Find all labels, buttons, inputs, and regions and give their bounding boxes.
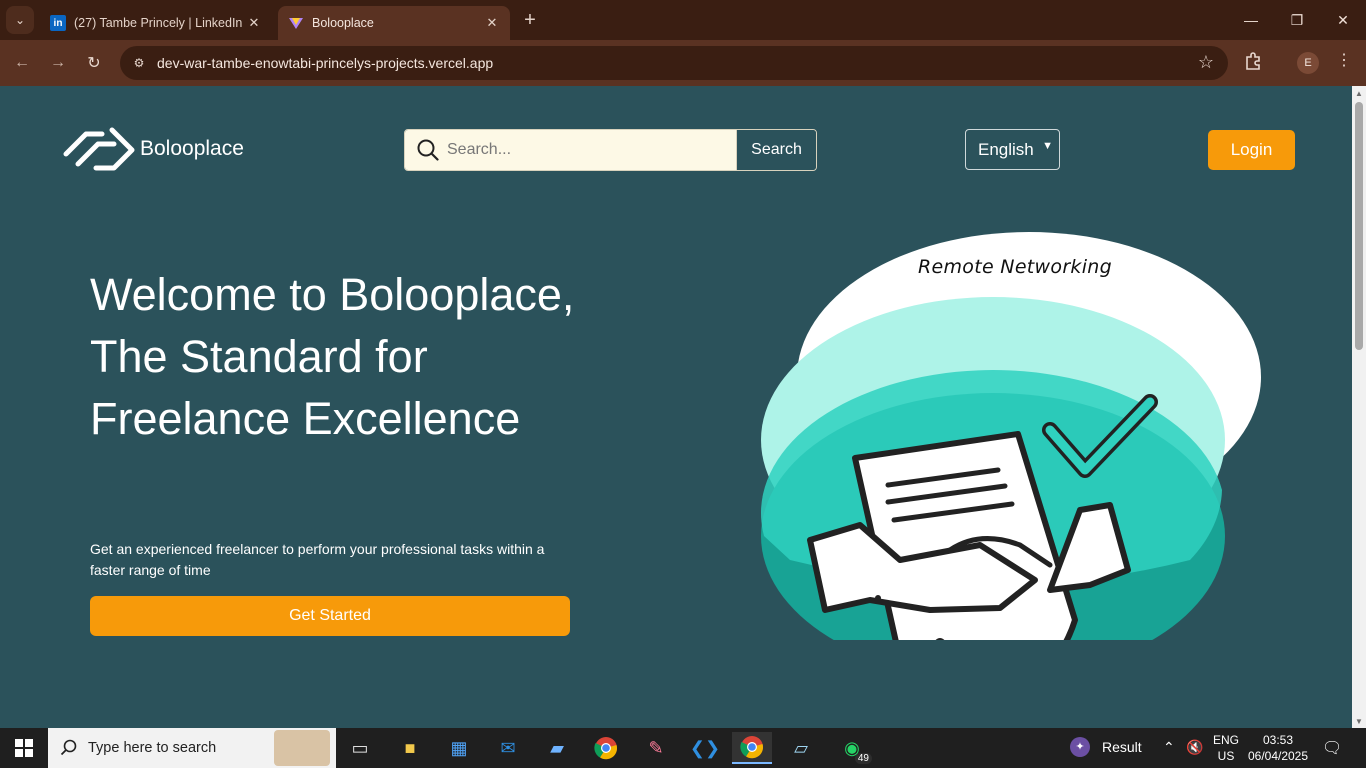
search-field[interactable] [405,130,736,170]
browser-menu-icon[interactable]: ⋮ [1336,50,1352,70]
tab-title: Bolooplace [312,16,374,30]
minimize-button[interactable]: — [1228,0,1274,40]
illustration-caption: Remote Networking [918,256,1113,278]
clock-time: 03:53 [1262,733,1294,747]
result-app-icon: ✦ [1070,737,1090,757]
microsoft-store-icon[interactable]: ▦ [439,732,479,764]
mail-icon[interactable]: ✉ [488,732,528,764]
search-highlight-image[interactable] [274,730,330,766]
back-icon[interactable]: ← [9,50,35,76]
windows-start-button[interactable] [0,728,48,768]
lang-line-2: US [1217,749,1235,763]
taskbar-search-label: Type here to search [88,740,217,756]
page-scrollbar[interactable]: ▲ ▼ [1352,86,1366,728]
show-hidden-icons-icon[interactable]: ⌃ [1163,739,1175,756]
remote-desktop-icon[interactable]: ▰ [537,732,577,764]
bookmark-star-icon[interactable]: ☆ [1198,52,1214,73]
reload-icon[interactable]: ↻ [81,50,107,76]
clock-date: 06/04/2025 [1247,749,1309,763]
window-close-button[interactable]: ✕ [1320,0,1366,40]
extensions-icon[interactable] [1243,51,1265,73]
chrome-icon[interactable] [586,732,626,764]
system-clock[interactable]: 03:53 06/04/2025 [1246,732,1310,764]
url-text[interactable]: dev-war-tambe-enowtabi-princelys-project… [157,55,493,71]
file-explorer-icon[interactable]: ■ [390,732,430,764]
hero-subtitle: Get an experienced freelancer to perform… [90,541,545,578]
close-icon[interactable]: ✕ [484,15,500,31]
scroll-thumb[interactable] [1355,102,1363,350]
whatsapp-badge: 49 [854,753,872,764]
tray-result-app[interactable]: ✦ Result [1070,737,1142,757]
tray-result-label: Result [1102,739,1142,755]
remote-networking-illustration [760,232,1261,640]
windows-logo-icon [15,739,33,757]
taskbar-search-box[interactable]: Type here to search [48,728,336,768]
volume-muted-icon[interactable]: 🔇 [1186,739,1203,756]
input-language[interactable]: ENG US [1212,732,1240,764]
chrome-active-icon[interactable] [732,732,772,764]
task-view-icon[interactable]: ▭ [340,732,380,764]
scroll-up-icon[interactable]: ▲ [1355,89,1363,98]
tab-bolooplace[interactable]: Bolooplace ✕ [278,6,510,40]
profile-avatar[interactable]: E [1297,52,1319,74]
brand-name: Bolooplace [140,137,244,160]
bolooplace-logo-icon [63,127,135,171]
browser-toolbar: ← → ↻ ⚙ dev-war-tambe-enowtabi-princelys… [0,40,1366,86]
vscode-icon[interactable]: ❮❯ [685,732,725,764]
whatsapp-icon[interactable]: ◉ 49 [832,732,872,764]
tab-linkedin[interactable]: in (27) Tambe Princely | LinkedIn ✕ [40,6,272,40]
address-bar[interactable]: ⚙ dev-war-tambe-enowtabi-princelys-proje… [120,46,1228,80]
vercel-icon [288,15,304,31]
restore-button[interactable]: ❐ [1274,0,1320,40]
tab-title: (27) Tambe Princely | LinkedIn [74,16,243,30]
get-started-button[interactable]: Get Started [90,596,570,636]
browser-tabstrip: ⌄ in (27) Tambe Princely | LinkedIn ✕ Bo… [0,0,1366,40]
taskbar: Type here to search ▭ ■ ▦ ✉ ▰ ✎ ❮❯ ▱ ◉ 4… [0,728,1366,768]
search-icon [60,739,77,756]
search-input[interactable] [447,141,717,159]
tab-search-button[interactable]: ⌄ [6,6,34,34]
new-tab-button[interactable]: + [518,9,542,33]
notepad-icon[interactable]: ▱ [781,732,821,764]
close-icon[interactable]: ✕ [246,15,262,31]
linkedin-icon: in [50,15,66,31]
brand-logo[interactable]: Bolooplace [62,124,244,174]
notifications-icon[interactable]: 🗨 [1322,738,1342,758]
lang-line-1: ENG [1212,733,1239,747]
forward-icon[interactable]: → [45,50,71,76]
search-icon [417,139,439,161]
scroll-down-icon[interactable]: ▼ [1355,717,1363,726]
paint-icon[interactable]: ✎ [636,732,676,764]
site-settings-icon[interactable]: ⚙ [130,54,148,72]
hero-title: Welcome to Bolooplace, The Standard for … [90,269,575,444]
